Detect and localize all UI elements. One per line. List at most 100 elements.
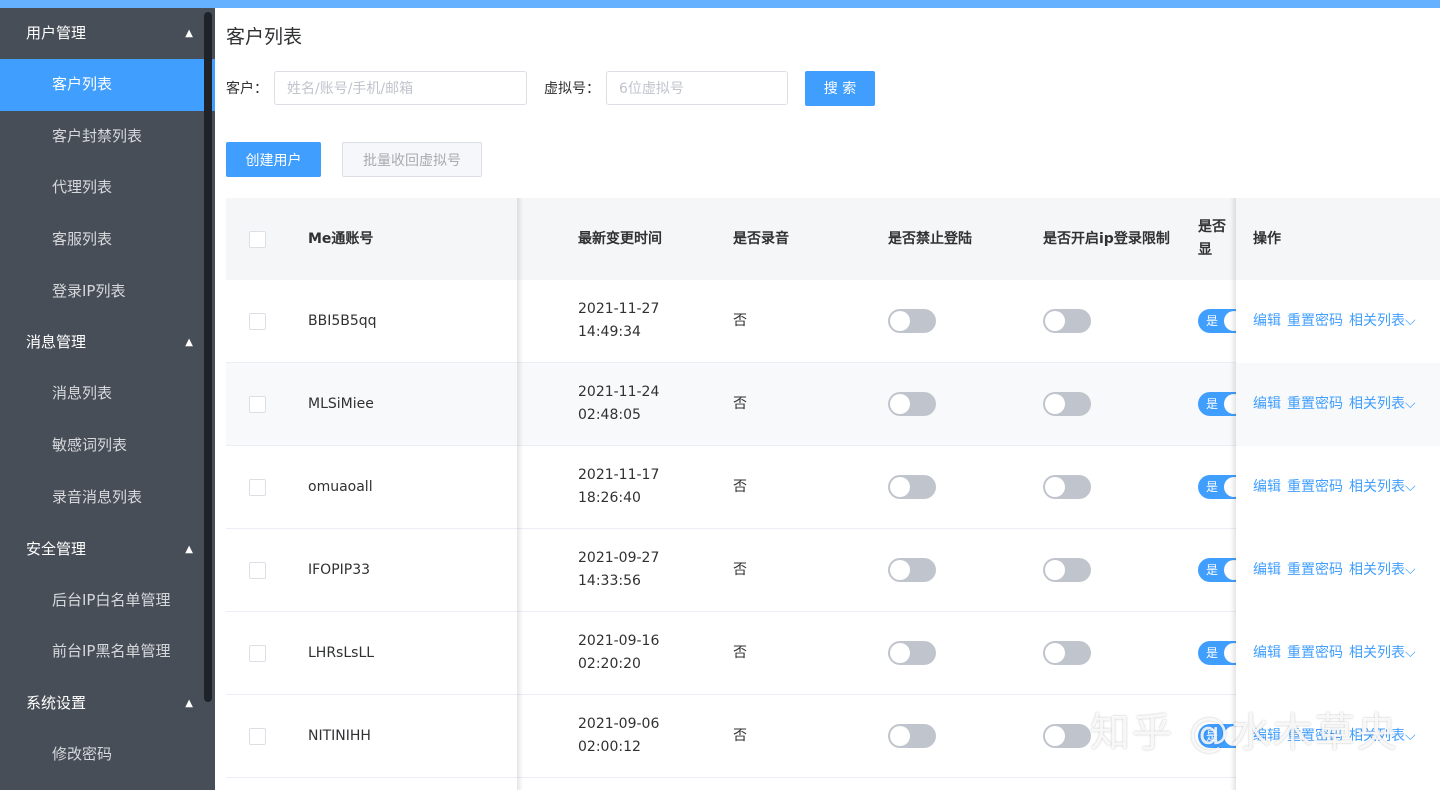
related-list-dropdown[interactable]: 相关列表⌵ [1349,642,1416,665]
sidebar-item-change-password[interactable]: 修改密码 [0,729,215,781]
updated-time-cell: 2021-09-16 02:20:20 [578,612,659,694]
search-button[interactable]: 搜 索 [805,70,875,106]
chevron-down-icon: ⌵ [1405,727,1416,744]
row-checkbox[interactable] [249,312,266,330]
updated-time: 02:00:12 [578,739,641,755]
reset-password-link[interactable]: 重置密码 [1287,476,1343,499]
edit-link[interactable]: 编辑 [1253,310,1281,333]
login-banned-switch[interactable] [888,641,936,665]
updated-date: 2021-11-17 [578,467,660,483]
ip-limit-switch[interactable] [1043,724,1091,748]
account-cell: MLSiMiee [308,395,374,412]
updated-date: 2021-09-16 [578,633,660,649]
search-bar: 客户： 姓名/账号/手机/邮箱 虚拟号： 6位虚拟号 搜 索 [226,70,875,106]
ip-limit-switch[interactable] [1043,641,1091,665]
related-list-dropdown[interactable]: 相关列表⌵ [1349,310,1416,333]
header-login-banned: 是否禁止登陆 [888,230,972,247]
menu-group-label: 安全管理 [26,539,87,558]
updated-date: 2021-09-27 [578,550,660,566]
chevron-down-icon: ⌵ [1405,478,1416,495]
menu-group-user-management[interactable]: 用户管理 ▲ [0,8,215,59]
account-cell: BBI5B5qq [308,312,377,329]
row-checkbox[interactable] [249,561,266,579]
chevron-down-icon: ⌵ [1405,395,1416,412]
related-list-dropdown[interactable]: 相关列表⌵ [1349,559,1416,582]
menu-group-label: 系统设置 [26,693,87,712]
page-title: 客户列表 [226,26,303,48]
login-banned-switch[interactable] [888,392,936,416]
related-list-dropdown[interactable]: 相关列表⌵ [1349,393,1416,416]
login-banned-switch[interactable] [888,558,936,582]
sidebar-scrollbar[interactable] [204,12,212,702]
reset-password-link[interactable]: 重置密码 [1287,559,1343,582]
edit-link[interactable]: 编辑 [1253,559,1281,582]
edit-link[interactable]: 编辑 [1253,476,1281,499]
ip-limit-switch[interactable] [1043,558,1091,582]
updated-time: 02:48:05 [578,407,641,423]
header-ip-limit: 是否开启ip登录限制 [1043,230,1170,247]
reset-password-link[interactable]: 重置密码 [1287,642,1343,665]
chevron-down-icon: ⌵ [1405,312,1416,329]
sidebar-item-customer-banned[interactable]: 客户封禁列表 [0,111,215,163]
header-updated-time: 最新变更时间 [578,230,662,247]
updated-time-cell: 2021-09-06 02:00:12 [578,695,659,777]
sidebar: 用户管理 ▲ 客户列表 客户封禁列表 代理列表 客服列表 登录IP列表 消息管理… [0,8,215,790]
updated-date: 2021-11-24 [578,384,660,400]
customer-search-placeholder: 姓名/账号/手机/邮箱 [287,81,414,97]
ip-limit-switch[interactable] [1043,475,1091,499]
operation-cell: 编辑 重置密码 相关列表⌵ [1253,529,1422,611]
chevron-down-icon: ⌵ [1405,561,1416,578]
create-user-button[interactable]: 创建用户 [226,142,321,177]
sidebar-item-login-ip[interactable]: 登录IP列表 [0,266,215,318]
updated-time-cell: 2021-11-24 02:48:05 [578,363,659,445]
select-all-checkbox[interactable] [249,230,266,248]
chevron-up-icon: ▲ [185,543,193,555]
display-switch-label: 是 [1206,397,1219,411]
related-list-dropdown[interactable]: 相关列表⌵ [1349,476,1416,499]
reset-password-link[interactable]: 重置密码 [1287,393,1343,416]
header-checkbox-cell[interactable] [249,198,266,280]
login-banned-switch[interactable] [888,475,936,499]
sidebar-item-message-list[interactable]: 消息列表 [0,368,215,420]
updated-time: 14:33:56 [578,573,641,589]
updated-time-cell: 2021-11-27 14:49:34 [578,280,659,362]
header-recording: 是否录音 [733,230,789,247]
account-cell: LHRsLsLL [308,644,375,661]
header-operation: 操作 [1253,230,1281,247]
sidebar-item-service-list[interactable]: 客服列表 [0,214,215,266]
recording-cell: 否 [733,561,747,578]
batch-reclaim-button[interactable]: 批量收回虚拟号 [342,142,482,177]
main-content: 客户列表 客户： 姓名/账号/手机/邮箱 虚拟号： 6位虚拟号 搜 索 创建用户… [215,8,1440,790]
top-accent-bar [0,0,1440,8]
recording-cell: 否 [733,395,747,412]
recording-cell: 否 [733,312,747,329]
menu-group-security-management[interactable]: 安全管理 ▲ [0,524,215,575]
row-checkbox[interactable] [249,395,266,413]
row-checkbox[interactable] [249,478,266,496]
display-switch-label: 是 [1206,646,1219,660]
row-checkbox[interactable] [249,644,266,662]
menu-group-message-management[interactable]: 消息管理 ▲ [0,317,215,368]
sidebar-item-customer-list[interactable]: 客户列表 [0,59,215,111]
updated-date: 2021-09-06 [578,716,660,732]
virtual-number-input[interactable]: 6位虚拟号 [606,71,788,105]
row-checkbox[interactable] [249,727,266,745]
login-banned-switch[interactable] [888,309,936,333]
edit-link[interactable]: 编辑 [1253,393,1281,416]
menu-group-system-settings[interactable]: 系统设置 ▲ [0,678,215,729]
operation-cell: 编辑 重置密码 相关列表⌵ [1253,363,1422,445]
sidebar-item-agent-list[interactable]: 代理列表 [0,162,215,214]
customer-search-input[interactable]: 姓名/账号/手机/邮箱 [274,71,527,105]
account-cell: NITINIHH [308,727,371,744]
sidebar-item-sensitive-words[interactable]: 敏感词列表 [0,420,215,472]
sidebar-item-admin-ip-whitelist[interactable]: 后台IP白名单管理 [0,575,215,627]
sidebar-item-recording-messages[interactable]: 录音消息列表 [0,472,215,524]
watermark: 知乎 @水木草央 [1090,710,1399,756]
ip-limit-switch[interactable] [1043,309,1091,333]
edit-link[interactable]: 编辑 [1253,642,1281,665]
login-banned-switch[interactable] [888,724,936,748]
display-switch-label: 是 [1206,480,1219,494]
reset-password-link[interactable]: 重置密码 [1287,310,1343,333]
ip-limit-switch[interactable] [1043,392,1091,416]
sidebar-item-front-ip-blacklist[interactable]: 前台IP黑名单管理 [0,626,215,678]
